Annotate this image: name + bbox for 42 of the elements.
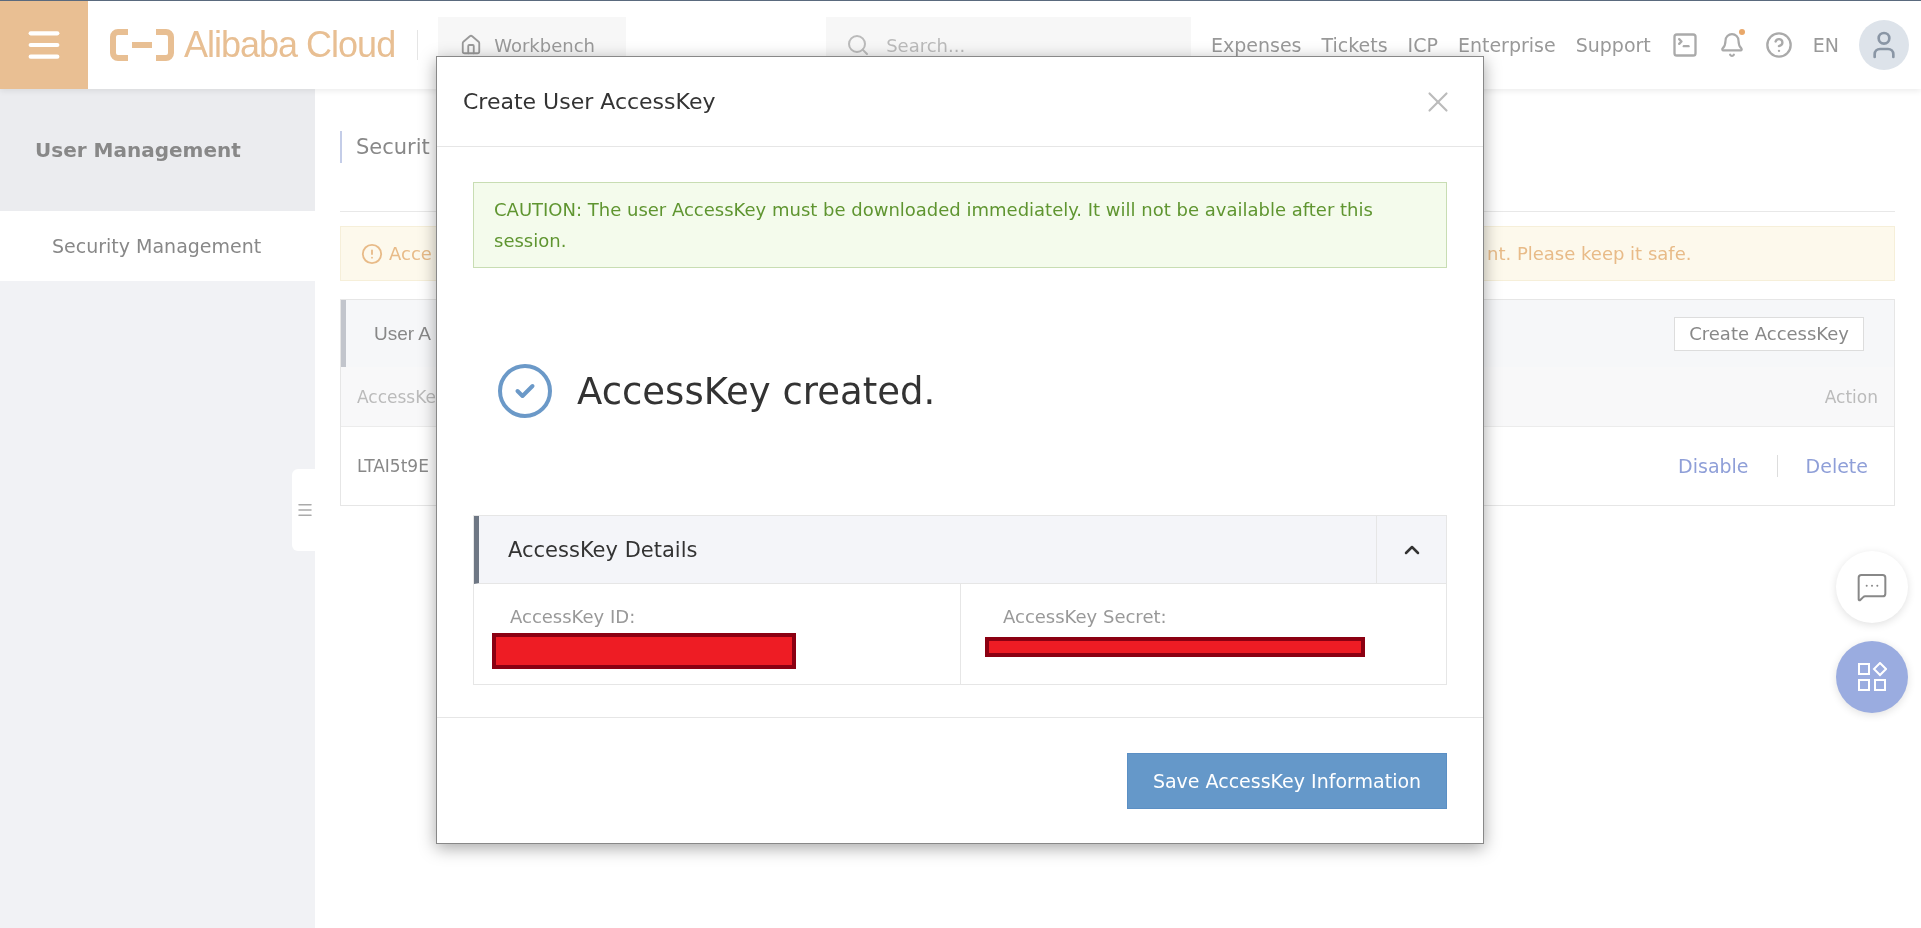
collapse-handle[interactable] bbox=[292, 469, 318, 551]
status-text: AccessKey created. bbox=[577, 369, 936, 413]
house-icon bbox=[460, 34, 483, 56]
apps-button[interactable] bbox=[1836, 641, 1908, 713]
language-button[interactable]: EN bbox=[1812, 34, 1839, 56]
action-link[interactable]: Delete bbox=[1776, 455, 1878, 477]
chat-button[interactable] bbox=[1836, 551, 1908, 623]
nav-link[interactable]: ICP bbox=[1407, 34, 1438, 56]
details-title: AccessKey Details bbox=[507, 537, 698, 562]
nav-link[interactable]: Enterprise bbox=[1457, 34, 1556, 56]
field-label: AccessKey ID: bbox=[509, 606, 637, 627]
brand-logo-icon bbox=[110, 28, 174, 62]
brand-name: Alibaba Cloud bbox=[184, 24, 396, 66]
field-label: AccessKey Secret: bbox=[1002, 606, 1168, 627]
column-header: AccessKe bbox=[357, 386, 436, 407]
nav-link[interactable]: Support bbox=[1575, 34, 1651, 56]
alert-icon bbox=[361, 242, 383, 265]
nav-link[interactable]: Tickets bbox=[1321, 34, 1388, 56]
column-header: Action bbox=[1824, 386, 1878, 407]
nav-link[interactable]: Expenses bbox=[1210, 34, 1302, 56]
table-cell: LTAI5t9E bbox=[357, 456, 429, 476]
dialog-title: Create User AccessKey bbox=[463, 89, 716, 114]
menu-button[interactable] bbox=[0, 1, 88, 89]
caution-message: CAUTION: The user AccessKey must be downloaded immediately. It will not be available after this session. bbox=[473, 182, 1447, 268]
check-circle-icon bbox=[495, 361, 555, 421]
create-accesskey-button[interactable]: Create AccessKey bbox=[1674, 316, 1864, 351]
list-icon bbox=[296, 501, 314, 519]
apps-icon bbox=[1857, 662, 1887, 692]
action-link[interactable]: Disable bbox=[1650, 455, 1777, 477]
search-icon bbox=[846, 33, 871, 57]
terminal-icon[interactable] bbox=[1670, 31, 1699, 59]
card-title: User A bbox=[374, 322, 432, 345]
avatar[interactable] bbox=[1859, 20, 1909, 70]
notice-text: nt. Please keep it safe. bbox=[1487, 243, 1692, 264]
chat-icon bbox=[1856, 571, 1888, 603]
notice-text: Acce bbox=[389, 243, 432, 264]
search-field[interactable]: Search... bbox=[884, 33, 1172, 57]
bell-icon[interactable] bbox=[1718, 32, 1745, 58]
sidebar-item[interactable]: Security Management bbox=[0, 211, 315, 281]
save-button[interactable]: Save AccessKey Information bbox=[1127, 752, 1447, 809]
sidebar-title: User Management bbox=[0, 89, 315, 211]
help-icon[interactable] bbox=[1764, 31, 1793, 59]
